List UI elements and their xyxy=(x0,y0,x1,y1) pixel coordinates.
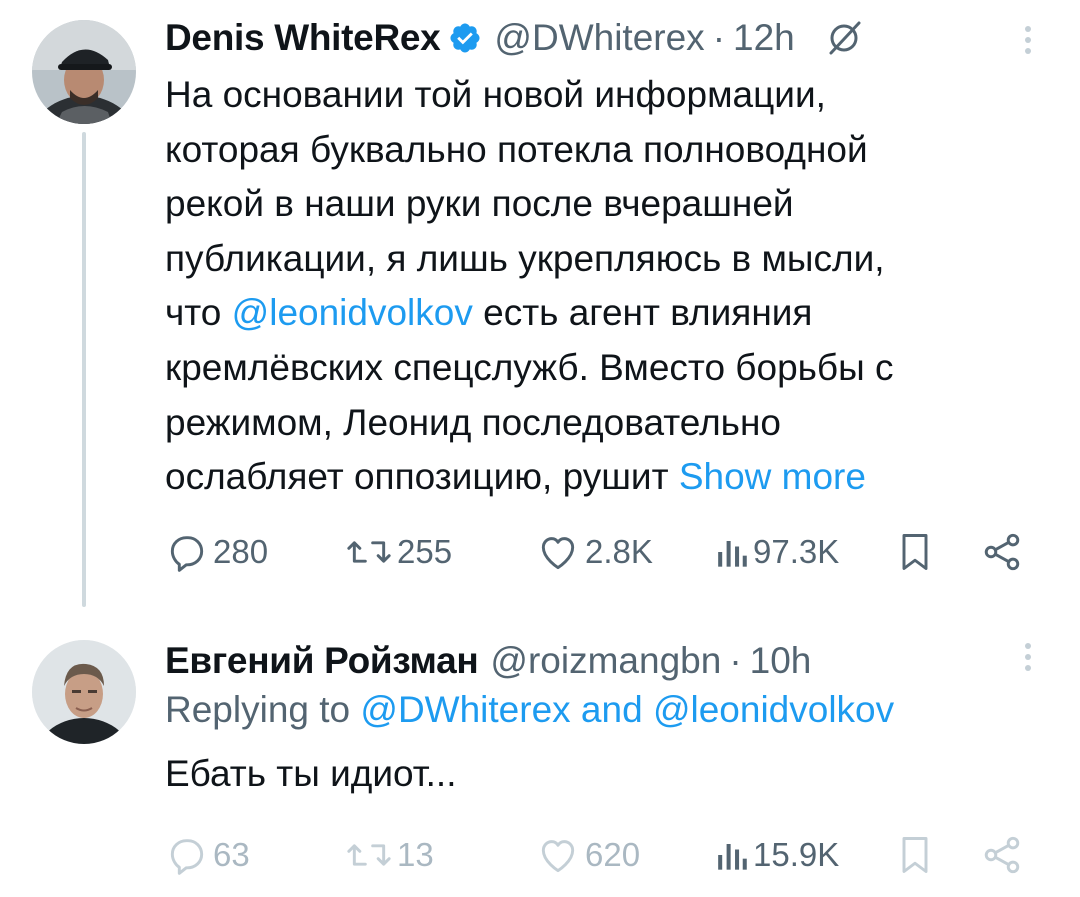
like-icon xyxy=(541,537,575,570)
repost-button[interactable]: 13 xyxy=(345,830,434,880)
reply-icon xyxy=(170,536,204,572)
like-icon xyxy=(541,840,575,873)
avatar-image xyxy=(32,640,136,744)
mention-link[interactable]: @DWhiterex xyxy=(360,689,570,730)
tweet-line: которая буквально потекла полноводной xyxy=(165,128,868,170)
text-segment: есть агент влияния xyxy=(472,292,813,334)
repost-count: 13 xyxy=(397,836,434,873)
tweet-text: Ебать ты идиот... xyxy=(165,753,457,794)
author-handle[interactable]: @roizmangbn xyxy=(490,640,721,682)
repost-icon xyxy=(347,541,391,563)
share-icon xyxy=(984,836,1020,874)
views-count: 97.3K xyxy=(753,533,840,570)
tweet-line: режимом, Леонид последовательно xyxy=(165,401,781,443)
views-count: 15.9K xyxy=(753,836,840,873)
views-button[interactable]: 15.9K xyxy=(713,830,839,880)
tweet-line: что @leonidvolkov есть агент влияния xyxy=(165,286,1045,341)
tweet-actions: 280 255 2.8K 97.3K xyxy=(165,527,1045,577)
like-count: 620 xyxy=(585,836,641,873)
reply-button[interactable]: 63 xyxy=(165,830,250,880)
tweet-text: На основании той новой информации, котор… xyxy=(165,68,1045,505)
thread-line xyxy=(82,132,86,607)
tweet-time[interactable]: 12h xyxy=(733,17,795,59)
more-icon[interactable] xyxy=(1022,637,1034,677)
verified-badge-icon[interactable] xyxy=(448,21,482,55)
author-name[interactable]: Denis WhiteRex xyxy=(165,17,441,59)
avatar-image xyxy=(32,20,136,124)
repost-icon xyxy=(347,844,391,866)
tweet-line: кремлёвских спецслужб. Вместо борьбы с xyxy=(165,346,894,388)
tweet-line: ослабляет оппозицию, рушит Show more xyxy=(165,450,1045,505)
bookmark-icon xyxy=(902,534,928,570)
tweet-denis-whiterex[interactable]: Denis WhiteRex @DWhiterex · 12h На основ… xyxy=(0,0,1080,615)
tweet-roizman-reply[interactable]: Евгений Ройзман @roizmangbn · 10h Replyi… xyxy=(0,615,1080,897)
bookmark-icon xyxy=(902,837,928,873)
replying-to: Replying to @DWhiterex and @leonidvolkov xyxy=(165,689,894,731)
share-button[interactable] xyxy=(980,830,1024,880)
grok-icon[interactable] xyxy=(825,19,863,57)
tweet-line: публикации, я лишь укрепляюсь в мысли, xyxy=(165,237,885,279)
more-icon[interactable] xyxy=(1022,20,1034,60)
share-button[interactable] xyxy=(980,527,1024,577)
views-icon xyxy=(718,541,747,567)
views-icon xyxy=(718,844,747,870)
mention-link[interactable]: @leonidvolkov xyxy=(653,689,894,730)
separator-dot: · xyxy=(729,640,742,681)
like-button[interactable]: 620 xyxy=(535,830,640,880)
repost-count: 255 xyxy=(397,533,453,570)
replying-prefix: Replying to xyxy=(165,689,361,730)
author-name[interactable]: Евгений Ройзман xyxy=(165,640,479,682)
author-handle[interactable]: @DWhiterex xyxy=(494,17,704,59)
repost-button[interactable]: 255 xyxy=(345,527,452,577)
tweet-time[interactable]: 10h xyxy=(750,640,812,682)
tweet-line: рекой в наши руки после вчерашней xyxy=(165,183,794,225)
tweet-line: На основании той новой информации, xyxy=(165,74,826,115)
like-button[interactable]: 2.8K xyxy=(535,527,653,577)
reply-icon xyxy=(170,839,204,875)
tweet-actions: 63 13 620 15.9K xyxy=(165,830,1045,880)
show-more-link[interactable]: Show more xyxy=(679,456,866,497)
tweet-header: Евгений Ройзман @roizmangbn · 10h xyxy=(165,637,811,685)
share-icon xyxy=(984,533,1020,571)
replying-and: and xyxy=(570,689,653,730)
reply-count: 280 xyxy=(213,533,269,570)
reply-count: 63 xyxy=(213,836,250,873)
views-button[interactable]: 97.3K xyxy=(713,527,839,577)
reply-button[interactable]: 280 xyxy=(165,527,268,577)
text-segment: что xyxy=(165,292,232,334)
bookmark-button[interactable] xyxy=(895,830,935,880)
like-count: 2.8K xyxy=(585,533,653,570)
avatar-denis-whiterex[interactable] xyxy=(32,20,136,124)
separator-dot: · xyxy=(712,17,726,58)
bookmark-button[interactable] xyxy=(895,527,935,577)
mention-link[interactable]: @leonidvolkov xyxy=(232,292,473,333)
tweet-header: Denis WhiteRex @DWhiterex · 12h xyxy=(165,14,863,62)
avatar-roizman[interactable] xyxy=(32,640,136,744)
text-segment: ослабляет оппозицию, рушит xyxy=(165,456,679,498)
